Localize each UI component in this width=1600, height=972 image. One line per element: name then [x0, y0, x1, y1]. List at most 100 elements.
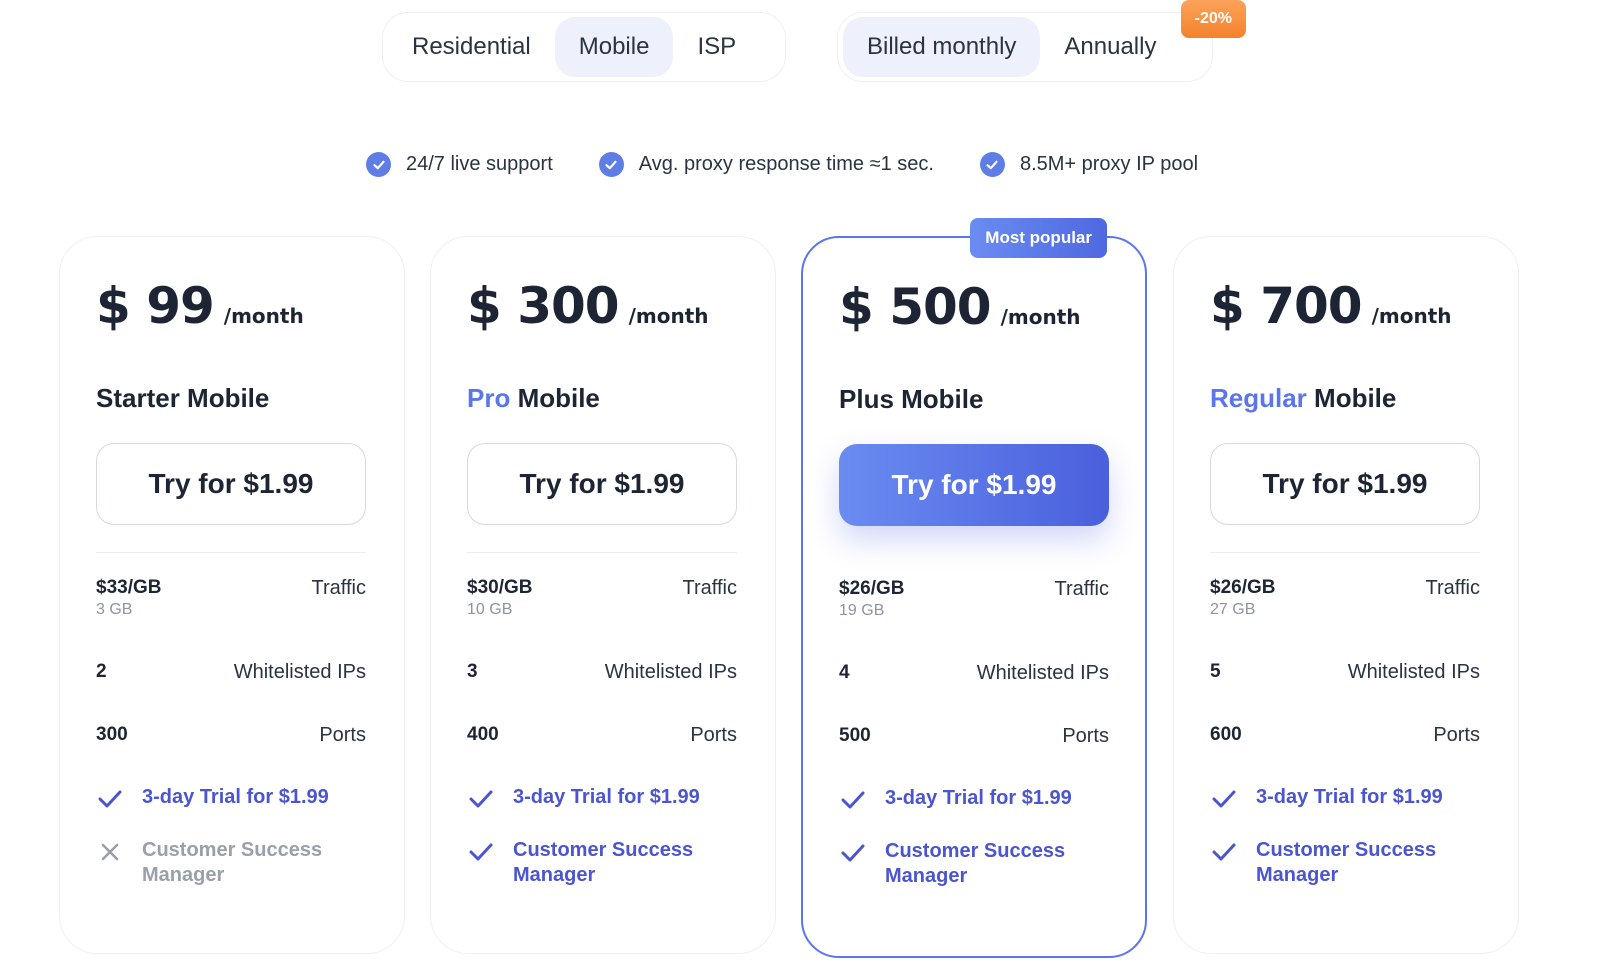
perk-trial: 3-day Trial for $1.99 [839, 786, 1109, 814]
traffic-row: $26/GB 19 GB Traffic [839, 578, 1109, 620]
price-amount: $ 700 [1210, 277, 1363, 335]
feature-label: 8.5M+ proxy IP pool [1019, 153, 1199, 175]
traffic-amount: 3 GB [96, 601, 133, 618]
ports-row: 300 Ports [96, 724, 366, 747]
price-period: /month [1000, 305, 1081, 329]
ports-value: 300 [96, 724, 128, 745]
perk-label: 3-day Trial for $1.99 [513, 786, 700, 808]
plan-price: $ 300 /month [467, 277, 709, 335]
checkmark-icon [839, 839, 867, 867]
perk-label: Customer Success Manager [1256, 839, 1437, 886]
plan-card-regular: $ 700 /month Regular Mobile Try for $1.9… [1173, 236, 1519, 954]
plan-card-plus: Most popular $ 500 /month Plus Mobile Tr… [801, 218, 1147, 958]
most-popular-badge: Most popular [970, 218, 1107, 258]
ips-label: Whitelisted IPs [1347, 661, 1480, 683]
ports-label: Ports [1433, 724, 1480, 746]
price-period: /month [628, 304, 709, 328]
ports-label: Ports [319, 724, 366, 746]
divider [96, 552, 366, 553]
traffic-row: $30/GB 10 GB Traffic [467, 577, 737, 619]
ports-value: 600 [1210, 724, 1242, 745]
ips-label: Whitelisted IPs [233, 661, 366, 683]
plan-name-highlight: Regular [1210, 383, 1307, 413]
check-circle-icon [979, 152, 1005, 177]
perk-manager: Customer Success Manager [467, 838, 737, 888]
try-button[interactable]: Try for $1.99 [467, 443, 737, 525]
perk-trial: 3-day Trial for $1.99 [467, 785, 737, 813]
feature-item: 8.5M+ proxy IP pool [979, 152, 1199, 177]
features-list: 24/7 live support Avg. proxy response ti… [366, 152, 1198, 177]
cross-icon [96, 838, 124, 866]
traffic-label: Traffic [682, 577, 737, 599]
ports-row: 600 Ports [1210, 724, 1480, 747]
try-button[interactable]: Try for $1.99 [96, 443, 366, 525]
feature-item: Avg. proxy response time ≈1 sec. [598, 152, 934, 177]
divider [467, 552, 737, 553]
ips-row: 5 Whitelisted IPs [1210, 661, 1480, 684]
billing-period-toggle: Billed monthly Annually -20% [837, 0, 1246, 82]
traffic-amount: 27 GB [1210, 601, 1256, 618]
checkmark-icon [96, 785, 124, 813]
ports-label: Ports [690, 724, 737, 746]
ips-value: 5 [1210, 661, 1221, 682]
perk-label: Customer Success Manager [513, 839, 694, 886]
plan-price: $ 700 /month [1210, 277, 1452, 335]
traffic-row: $26/GB 27 GB Traffic [1210, 577, 1480, 619]
ips-label: Whitelisted IPs [976, 662, 1109, 684]
tab-residential[interactable]: Residential [388, 17, 555, 77]
ports-label: Ports [1062, 725, 1109, 747]
ips-value: 4 [839, 662, 850, 683]
price-amount: $ 300 [467, 277, 620, 335]
tab-isp[interactable]: ISP [673, 17, 760, 77]
check-circle-icon [598, 152, 624, 177]
plan-name: Regular Mobile [1210, 383, 1396, 414]
price-period: /month [1371, 304, 1452, 328]
perk-label: Customer Success Manager [142, 839, 323, 886]
traffic-amount: 19 GB [839, 602, 885, 619]
product-type-toggle: Residential Mobile ISP [382, 12, 786, 82]
ips-row: 2 Whitelisted IPs [96, 661, 366, 684]
ips-row: 4 Whitelisted IPs [839, 662, 1109, 685]
tab-mobile[interactable]: Mobile [554, 17, 674, 77]
plan-card-pro: $ 300 /month Pro Mobile Try for $1.99 $3… [430, 236, 776, 954]
plan-name-rest: Mobile [510, 383, 600, 413]
try-button[interactable]: Try for $1.99 [839, 444, 1109, 526]
perk-trial: 3-day Trial for $1.99 [96, 785, 366, 813]
plan-name: Pro Mobile [467, 383, 600, 414]
perk-label: 3-day Trial for $1.99 [1256, 786, 1443, 808]
feature-label: 24/7 live support [406, 153, 553, 175]
checkmark-icon [839, 786, 867, 814]
tab-billed-monthly[interactable]: Billed monthly [843, 17, 1041, 77]
plan-name-rest: Mobile [1306, 383, 1397, 413]
plan-name-rest: Starter Mobile [96, 383, 270, 413]
divider [1210, 552, 1480, 553]
perk-trial: 3-day Trial for $1.99 [1210, 785, 1480, 813]
traffic-price: $30/GB [467, 577, 533, 598]
checkmark-icon [1210, 785, 1238, 813]
check-circle-icon [366, 152, 391, 177]
checkmark-icon [1210, 838, 1238, 866]
try-button[interactable]: Try for $1.99 [1210, 443, 1480, 525]
plan-price: $ 500 /month [839, 278, 1081, 336]
tab-annually[interactable]: Annually [1040, 17, 1180, 77]
ports-row: 500 Ports [839, 725, 1109, 748]
traffic-label: Traffic [1054, 578, 1109, 600]
perk-manager: Customer Success Manager [1210, 838, 1480, 888]
traffic-price: $26/GB [1210, 577, 1276, 598]
price-amount: $ 500 [839, 278, 992, 336]
ips-value: 3 [467, 661, 478, 682]
plan-card-starter: $ 99 /month Starter Mobile Try for $1.99… [59, 236, 405, 954]
ips-value: 2 [96, 661, 107, 682]
feature-label: Avg. proxy response time ≈1 sec. [638, 153, 934, 175]
perk-manager: Customer Success Manager [96, 838, 366, 888]
traffic-price: $33/GB [96, 577, 162, 598]
ips-label: Whitelisted IPs [604, 661, 737, 683]
traffic-label: Traffic [1425, 577, 1480, 599]
traffic-amount: 10 GB [467, 601, 513, 618]
plan-name: Plus Mobile [839, 384, 983, 415]
ports-row: 400 Ports [467, 724, 737, 747]
checkmark-icon [467, 785, 495, 813]
traffic-row: $33/GB 3 GB Traffic [96, 577, 366, 619]
feature-item: 24/7 live support [366, 152, 553, 177]
perk-manager: Customer Success Manager [839, 839, 1109, 889]
